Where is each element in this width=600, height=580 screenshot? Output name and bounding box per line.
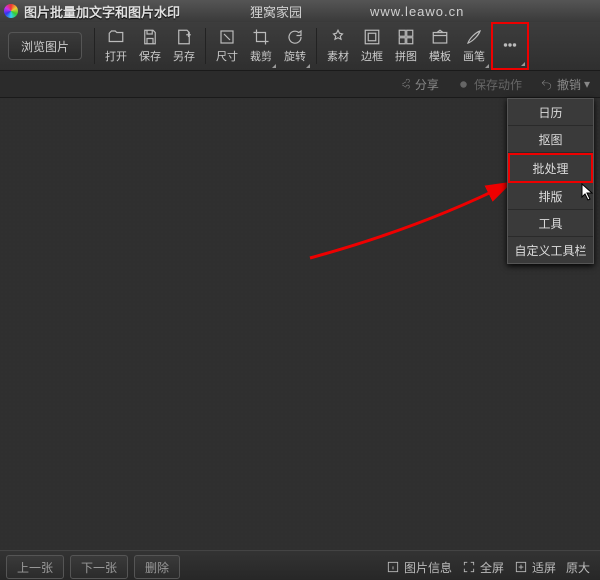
site-name: 狸窝家园 xyxy=(250,2,302,21)
rotate-icon xyxy=(286,28,304,46)
crop-icon xyxy=(252,28,270,46)
dropdown-arrow-icon xyxy=(485,64,489,68)
template-button[interactable]: 模板 xyxy=(423,22,457,70)
save-label: 保存 xyxy=(139,48,161,64)
titlebar: 图片批量加文字和图片水印 狸窝家园 www.leawo.cn xyxy=(0,0,600,22)
share-icon xyxy=(398,78,411,91)
menu-item-tools[interactable]: 工具 xyxy=(508,210,593,237)
more-icon xyxy=(501,36,519,54)
divider xyxy=(94,28,95,64)
info-icon xyxy=(386,560,400,574)
main-toolbar: 浏览图片 打开 保存 另存 尺寸 裁剪 旋转 素材 边框 拼图 xyxy=(0,22,600,71)
menu-item-calendar[interactable]: 日历 xyxy=(508,99,593,126)
delete-button[interactable]: 删除 xyxy=(134,555,180,579)
saveas-label: 另存 xyxy=(173,48,195,64)
fit-screen-button[interactable]: 适屏 xyxy=(514,559,556,576)
size-button[interactable]: 尺寸 xyxy=(210,22,244,70)
bottom-toolbar: 上一张 下一张 删除 图片信息 全屏 适屏 原大 xyxy=(0,550,600,580)
browse-images-button[interactable]: 浏览图片 xyxy=(8,32,82,60)
browse-images-label: 浏览图片 xyxy=(21,38,69,55)
material-label: 素材 xyxy=(327,48,349,64)
collage-label: 拼图 xyxy=(395,48,417,64)
undo-label: 撤销 xyxy=(557,76,581,93)
collage-button[interactable]: 拼图 xyxy=(389,22,423,70)
dropdown-arrow-icon xyxy=(521,62,525,66)
rotate-button[interactable]: 旋转 xyxy=(278,22,312,70)
saveas-button[interactable]: 另存 xyxy=(167,22,201,70)
site-url: www.leawo.cn xyxy=(370,4,464,19)
share-label: 分享 xyxy=(415,76,439,93)
menu-item-custom-toolbar[interactable]: 自定义工具栏 xyxy=(508,237,593,263)
template-label: 模板 xyxy=(429,48,451,64)
original-size-button[interactable]: 原大 xyxy=(566,559,590,576)
record-icon xyxy=(457,78,470,91)
divider xyxy=(205,28,206,64)
menu-item-batch[interactable]: 批处理 xyxy=(508,153,593,183)
more-dropdown: 日历 抠图 批处理 排版 工具 自定义工具栏 xyxy=(507,98,594,264)
open-button[interactable]: 打开 xyxy=(99,22,133,70)
fit-icon xyxy=(514,560,528,574)
save-action-label: 保存动作 xyxy=(474,76,522,93)
size-label: 尺寸 xyxy=(216,48,238,64)
undo-button[interactable]: 撤销 ▾ xyxy=(540,76,590,93)
rotate-label: 旋转 xyxy=(284,48,306,64)
dropdown-arrow-icon xyxy=(272,64,276,68)
window-title: 图片批量加文字和图片水印 xyxy=(24,2,180,21)
brush-button[interactable]: 画笔 xyxy=(457,22,491,70)
menu-item-cutout[interactable]: 抠图 xyxy=(508,126,593,153)
saveas-icon xyxy=(175,28,193,46)
next-image-button[interactable]: 下一张 xyxy=(70,555,128,579)
save-action-button[interactable]: 保存动作 xyxy=(457,76,522,93)
more-button[interactable] xyxy=(491,22,529,70)
template-icon xyxy=(431,28,449,46)
size-icon xyxy=(218,28,236,46)
annotation-arrow-icon xyxy=(300,128,530,268)
material-icon xyxy=(329,28,347,46)
menu-item-layout[interactable]: 排版 xyxy=(508,183,593,210)
secondary-toolbar: 分享 保存动作 撤销 ▾ xyxy=(0,71,600,98)
save-button[interactable]: 保存 xyxy=(133,22,167,70)
fullscreen-button[interactable]: 全屏 xyxy=(462,559,504,576)
open-label: 打开 xyxy=(105,48,127,64)
crop-label: 裁剪 xyxy=(250,48,272,64)
canvas-area: 日历 抠图 批处理 排版 工具 自定义工具栏 xyxy=(0,98,600,550)
frame-label: 边框 xyxy=(361,48,383,64)
material-button[interactable]: 素材 xyxy=(321,22,355,70)
app-logo-icon xyxy=(4,4,18,18)
collage-icon xyxy=(397,28,415,46)
brush-icon xyxy=(465,28,483,46)
undo-icon xyxy=(540,78,553,91)
save-icon xyxy=(141,28,159,46)
brush-label: 画笔 xyxy=(463,48,485,64)
prev-image-button[interactable]: 上一张 xyxy=(6,555,64,579)
crop-button[interactable]: 裁剪 xyxy=(244,22,278,70)
open-icon xyxy=(107,28,125,46)
image-info-button[interactable]: 图片信息 xyxy=(386,559,452,576)
frame-icon xyxy=(363,28,381,46)
fullscreen-icon xyxy=(462,560,476,574)
frame-button[interactable]: 边框 xyxy=(355,22,389,70)
divider xyxy=(316,28,317,64)
dropdown-arrow-icon xyxy=(306,64,310,68)
share-button[interactable]: 分享 xyxy=(398,76,439,93)
